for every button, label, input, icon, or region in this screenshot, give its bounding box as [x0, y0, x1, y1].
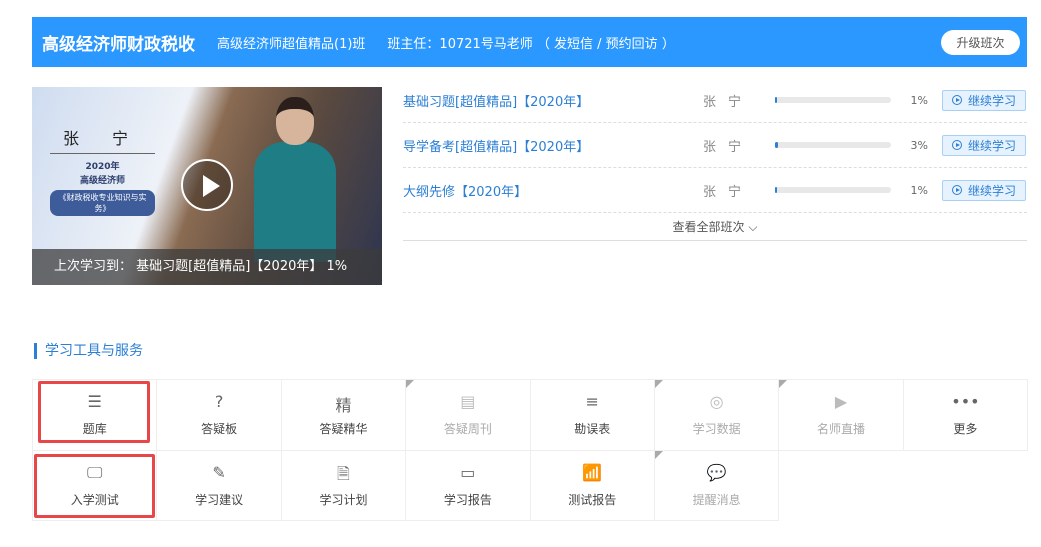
progress-label: 1% — [910, 93, 928, 107]
tool-tile[interactable]: 📶 测试报告 — [529, 449, 655, 521]
progress-bar — [775, 187, 891, 193]
tools-grid: ☰ 题库? 答疑板 精答疑精华 ▤ 答疑周刊 ≡ 勘误表 ◎ 学习数据 ▶ 名师直播 ••• 更多 🖵 入学测… — [32, 379, 1029, 521]
tool-icon: 🗎 — [337, 463, 350, 483]
course-title: 高级经济师财政税收 — [42, 34, 195, 55]
tool-icon: ▶ — [834, 392, 848, 412]
tool-label: 测试报告 — [568, 492, 617, 507]
continue-study-label: 继续学习 — [967, 183, 1016, 198]
tool-label: 答疑周刊 — [443, 422, 492, 437]
tool-tile[interactable]: ••• 更多 — [902, 379, 1029, 451]
tool-icon: 🖵 — [86, 462, 103, 482]
cover-teacher-name: 张 宁 — [50, 125, 155, 154]
upgrade-class-button[interactable]: 升级班次 — [941, 30, 1020, 55]
tool-icon: 精 — [335, 396, 352, 416]
tool-tile[interactable]: ✎ 学习建议 — [156, 449, 282, 521]
tool-icon: ☰ — [87, 392, 102, 412]
tool-label: 勘误表 — [574, 422, 611, 437]
play-circle-icon — [951, 140, 962, 150]
last-study-bar[interactable]: 上次学习到： 基础习题[超值精品]【2020年】 1% — [32, 249, 382, 285]
tool-tile[interactable]: ? 答疑板 — [156, 379, 282, 451]
progress-label: 1% — [910, 183, 928, 197]
tool-icon: ▭ — [460, 462, 476, 482]
tool-tile[interactable]: ☰ 题库 — [32, 379, 158, 451]
course-row: 基础习题[超值精品]【2020年】 张宁 1% 继续学习 — [403, 78, 1027, 123]
tool-label: 学习建议 — [195, 492, 244, 507]
tool-icon: 💬 — [706, 462, 727, 482]
tool-tile[interactable]: 精答疑精华 — [280, 379, 407, 451]
tool-label: 答疑精华 — [319, 422, 368, 437]
continue-study-button[interactable]: 继续学习 — [942, 134, 1026, 156]
tool-tile[interactable]: ≡ 勘误表 — [529, 379, 655, 451]
tool-icon: ? — [214, 392, 224, 412]
tool-icon: ≡ — [585, 392, 599, 412]
tool-label: 学习数据 — [692, 422, 741, 437]
tool-tile[interactable]: ▶ 名师直播 — [778, 379, 904, 451]
tool-label: 入学测试 — [70, 492, 119, 507]
teacher-info[interactable]: 班主任：10721号马老师 （ 发短信 / 预约回访 ） — [387, 33, 674, 52]
continue-study-label: 继续学习 — [967, 93, 1016, 108]
progress-bar — [775, 142, 891, 148]
tool-tile[interactable]: ▤ 答疑周刊 — [405, 379, 531, 451]
tool-label: 名师直播 — [817, 422, 866, 437]
tool-tile[interactable]: ▭ 学习报告 — [405, 449, 531, 521]
progress-bar — [775, 97, 891, 103]
tool-label: 学习报告 — [443, 492, 492, 507]
course-header: 高级经济师财政税收 高级经济师超值精品(1)班 班主任：10721号马老师 （ … — [32, 17, 1027, 67]
progress-label: 3% — [910, 138, 928, 152]
tool-tile[interactable]: 🖵 入学测试 — [32, 449, 158, 521]
cover-book: 《财政税收专业知识与实务》 — [50, 190, 155, 216]
tool-tile[interactable]: ◎ 学习数据 — [653, 379, 780, 451]
section-title: 学习工具与服务 — [34, 343, 143, 359]
course-name[interactable]: 导学备考[超值精品]【2020年】 — [403, 136, 703, 155]
course-teacher: 张宁 — [703, 139, 754, 155]
tool-label: 更多 — [953, 422, 978, 437]
course-row: 大纲先修【2020年】 张宁 1% 继续学习 — [403, 168, 1027, 213]
course-name[interactable]: 基础习题[超值精品]【2020年】 — [403, 91, 703, 110]
teacher-photo — [254, 97, 336, 262]
tool-icon: ••• — [951, 392, 980, 412]
continue-study-button[interactable]: 继续学习 — [942, 179, 1026, 201]
course-cover-card: 张 宁 2020年 高级经济师 《财政税收专业知识与实务》 — [50, 125, 155, 216]
tool-tile[interactable]: 🗎 学习计划 — [280, 449, 407, 521]
play-circle-icon — [951, 95, 962, 105]
video-player[interactable]: 张 宁 2020年 高级经济师 《财政税收专业知识与实务》 上次学习到： 基础习… — [32, 87, 382, 285]
cover-year: 2020年 — [85, 162, 120, 172]
course-teacher: 张宁 — [703, 94, 754, 110]
tool-icon: ▤ — [460, 392, 476, 412]
class-name: 高级经济师超值精品(1)班 — [217, 36, 366, 52]
play-circle-icon — [951, 185, 962, 195]
course-name[interactable]: 大纲先修【2020年】 — [403, 181, 703, 200]
cover-level: 高级经济师 — [79, 176, 125, 186]
play-icon[interactable] — [181, 159, 233, 211]
continue-study-label: 继续学习 — [967, 138, 1016, 153]
tool-icon: ✎ — [212, 462, 226, 482]
tool-label: 答疑板 — [201, 422, 238, 437]
course-list: 基础习题[超值精品]【2020年】 张宁 1% 继续学习 导学备考[超值精品]【… — [403, 78, 1027, 241]
tool-icon: 📶 — [582, 462, 603, 482]
tool-label: 题库 — [82, 422, 107, 437]
tool-tile[interactable]: 💬 提醒消息 — [653, 449, 780, 521]
course-teacher: 张宁 — [703, 184, 754, 200]
continue-study-button[interactable]: 继续学习 — [942, 89, 1026, 111]
view-all-classes-link[interactable]: 查看全部班次 ⌵ — [403, 213, 1027, 241]
tool-label: 学习计划 — [319, 492, 368, 507]
tool-icon: ◎ — [709, 392, 724, 412]
tool-label: 提醒消息 — [692, 492, 741, 507]
course-row: 导学备考[超值精品]【2020年】 张宁 3% 继续学习 — [403, 123, 1027, 168]
